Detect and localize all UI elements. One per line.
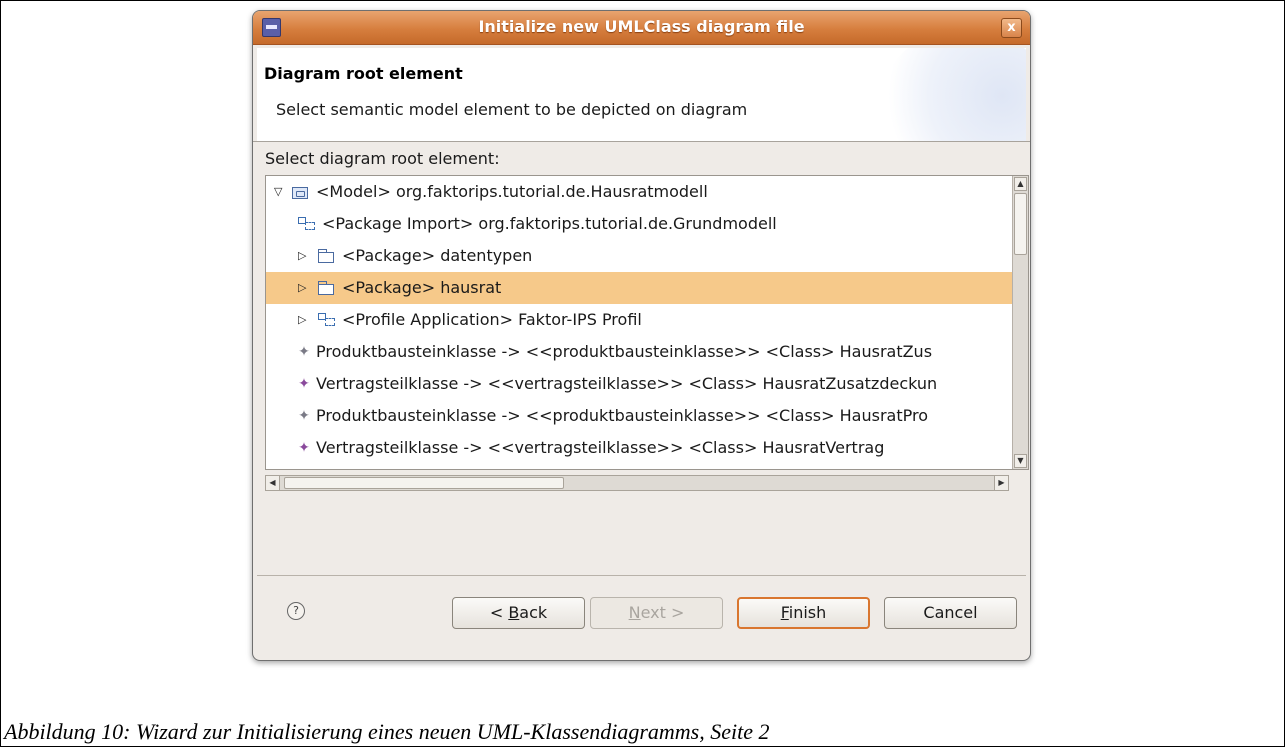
finish-label: inish — [788, 603, 827, 622]
tree-row[interactable]: ✦ Vertragsteilklasse -> <<vertragsteilkla… — [266, 368, 1012, 400]
tree-row-label: Produktbausteinklasse -> <<produktbauste… — [316, 342, 933, 361]
tree-row[interactable]: ▷ <Package> datentypen — [266, 240, 1012, 272]
vertical-scrollbar[interactable]: ▲ ▼ — [1012, 176, 1028, 469]
page-description: Select semantic model element to be depi… — [276, 100, 748, 119]
stereotype-icon: ✦ — [298, 376, 310, 392]
finish-button[interactable]: Finish — [737, 597, 870, 629]
horizontal-scrollbar[interactable]: ◀ ▶ — [265, 475, 1009, 491]
finish-mnemonic: F — [780, 603, 789, 622]
model-icon — [292, 187, 308, 199]
tree-viewport: ▽ <Model> org.faktorips.tutorial.de.Hausr… — [266, 176, 1012, 469]
tree-row-label: <Profile Application> Faktor-IPS Profil — [342, 310, 642, 329]
root-element-tree[interactable]: ▽ <Model> org.faktorips.tutorial.de.Hausr… — [265, 175, 1029, 470]
profile-application-icon — [318, 313, 335, 327]
expanded-arrow-icon[interactable]: ▽ — [274, 176, 286, 208]
tree-row[interactable]: ✦ Produktbausteinklasse -> <<produktbaust… — [266, 336, 1012, 368]
package-import-icon — [298, 217, 315, 231]
next-label: ext > — [640, 603, 685, 622]
back-button[interactable]: < Back — [452, 597, 585, 629]
tree-row-label: Produktbausteinklasse -> <<produktbauste… — [316, 406, 928, 425]
back-prefix: < — [489, 603, 509, 622]
tree-row[interactable]: ✦ Vertragsteilklasse -> <<vertragsteilkla… — [266, 432, 1012, 464]
tree-label: Select diagram root element: — [265, 149, 500, 168]
wizard-header: Diagram root element Select semantic mod… — [257, 48, 1026, 141]
scroll-down-icon[interactable]: ▼ — [1014, 454, 1027, 468]
stereotype-icon: ✦ — [298, 344, 310, 360]
next-button[interactable]: Next > — [590, 597, 723, 629]
tree-row-label: <Package> datentypen — [342, 246, 533, 265]
header-decoration — [876, 48, 1026, 141]
header-divider — [253, 141, 1030, 142]
back-mnemonic: B — [508, 603, 520, 622]
collapsed-arrow-icon[interactable]: ▷ — [298, 240, 310, 272]
page-title: Diagram root element — [264, 64, 463, 83]
tree-row-label: <Package Import> org.faktorips.tutorial.… — [322, 214, 777, 233]
dialog-title: Initialize new UMLClass diagram file — [478, 17, 805, 36]
tree-row[interactable]: ▷ <Profile Application> Faktor-IPS Profil — [266, 304, 1012, 336]
scroll-up-icon[interactable]: ▲ — [1014, 177, 1027, 191]
footer-divider — [257, 575, 1026, 576]
cancel-button[interactable]: Cancel — [884, 597, 1017, 629]
tree-row[interactable]: <Package Import> org.faktorips.tutorial.… — [266, 208, 1012, 240]
tree-row-label: <Package> hausrat — [342, 278, 502, 297]
horizontal-scroll-thumb[interactable] — [284, 477, 564, 489]
package-icon — [318, 281, 334, 295]
wizard-dialog: Initialize new UMLClass diagram file x D… — [252, 10, 1031, 661]
stereotype-icon: ✦ — [298, 440, 310, 456]
tree-row[interactable]: ▷ <Package> hausrat — [266, 272, 1012, 304]
back-label: ack — [519, 603, 548, 622]
stereotype-icon: ✦ — [298, 408, 310, 424]
vertical-scroll-thumb[interactable] — [1014, 193, 1027, 255]
figure-caption: Abbildung 10: Wizard zur Initialisierung… — [4, 719, 770, 744]
tree-row-label: <Model> org.faktorips.tutorial.de.Hausra… — [316, 182, 708, 201]
collapsed-arrow-icon[interactable]: ▷ — [298, 304, 310, 336]
package-icon — [318, 249, 334, 263]
tree-row[interactable]: ✦ Produktbausteinklasse -> <<produktbaust… — [266, 400, 1012, 432]
close-button[interactable]: x — [1001, 18, 1022, 38]
scroll-right-icon[interactable]: ▶ — [994, 476, 1008, 490]
title-bar[interactable]: Initialize new UMLClass diagram file x — [253, 11, 1030, 45]
scroll-left-icon[interactable]: ◀ — [266, 476, 280, 490]
help-icon[interactable]: ? — [287, 602, 305, 620]
tree-row-label: Vertragsteilklasse -> <<vertragsteilklas… — [316, 374, 938, 393]
tree-row[interactable]: ▽ <Model> org.faktorips.tutorial.de.Hausr… — [266, 176, 1012, 208]
tree-row-label: Vertragsteilklasse -> <<vertragsteilklas… — [316, 438, 885, 457]
collapsed-arrow-icon[interactable]: ▷ — [298, 272, 310, 304]
next-mnemonic: N — [628, 603, 641, 622]
